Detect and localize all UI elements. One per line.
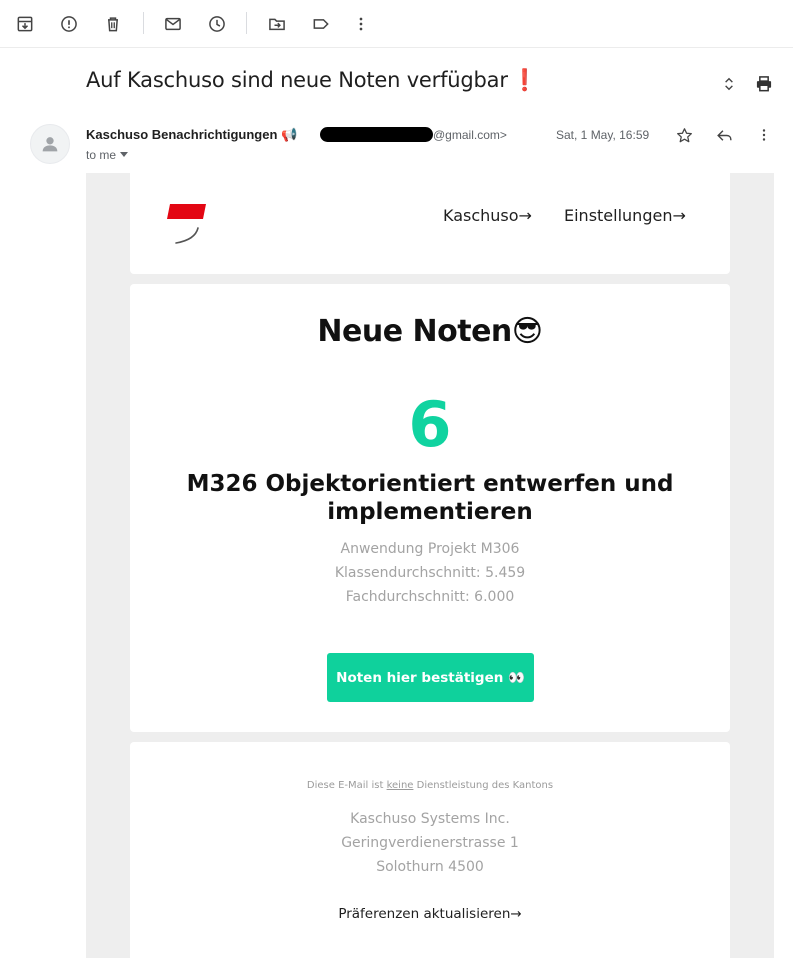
sender-name: Kaschuso Benachrichtigungen 📢: [86, 127, 298, 142]
move-to-icon[interactable]: [265, 12, 289, 36]
print-icon[interactable]: [752, 72, 776, 96]
grade-value: 6: [408, 388, 452, 461]
snooze-icon[interactable]: [205, 12, 229, 36]
mark-unread-icon[interactable]: [161, 12, 185, 36]
toolbar-divider: [143, 12, 144, 34]
recipient-label: to me: [86, 148, 117, 162]
delete-icon[interactable]: [101, 12, 125, 36]
disclaimer-keyword: keine: [386, 780, 414, 791]
subject-average: Fachdurchschnitt: 6.000: [345, 589, 515, 605]
recipient-dropdown[interactable]: to me: [86, 148, 129, 162]
person-icon: [42, 137, 58, 152]
more-vertical-icon[interactable]: [349, 12, 373, 36]
chevron-down-icon: [120, 152, 129, 157]
preferences-link[interactable]: Präferenzen aktualisieren→: [130, 906, 730, 922]
report-spam-icon[interactable]: [57, 12, 81, 36]
grade-card: Neue Noten😎 6 M326 Objektorientiert entw…: [130, 284, 730, 732]
more-vertical-icon[interactable]: [752, 123, 776, 147]
toolbar: [0, 0, 793, 48]
sender-email-suffix: @gmail.com>: [433, 128, 507, 142]
avatar: [30, 124, 70, 164]
label-icon[interactable]: [309, 12, 333, 36]
disclaimer: Diese E-Mail ist keine Dienstleistung de…: [130, 780, 730, 791]
headline: Neue Noten😎: [317, 314, 543, 349]
archive-icon[interactable]: [13, 12, 37, 36]
subject-emoji: ❗: [511, 68, 538, 92]
company-name: Kaschuso Systems Inc.: [350, 811, 510, 827]
disclaimer-suffix: Dienstleistung des Kantons: [413, 780, 554, 791]
footer-card: Diese E-Mail ist keine Dienstleistung de…: [130, 742, 730, 958]
module-title: M326 Objektorientiert entwerfen und impl…: [186, 471, 674, 525]
kaschuso-link[interactable]: Kaschuso→: [443, 206, 532, 225]
expand-collapse-icon[interactable]: [717, 72, 741, 96]
subject-text: Auf Kaschuso sind neue Noten verfügbar: [86, 68, 508, 92]
reply-icon[interactable]: [712, 123, 736, 147]
disclaimer-prefix: Diese E-Mail ist: [306, 780, 387, 791]
settings-link[interactable]: Einstellungen→: [564, 206, 686, 225]
city-address: Solothurn 4500: [376, 859, 484, 875]
email-subject: Auf Kaschuso sind neue Noten verfügbar ❗: [86, 68, 538, 93]
redacted-email: [320, 127, 433, 142]
confirm-grades-button[interactable]: Noten hier bestätigen 👀: [327, 653, 534, 702]
email-header-card: Kaschuso→ Einstellungen→: [130, 173, 730, 274]
star-icon[interactable]: [672, 123, 696, 147]
toolbar-divider: [246, 12, 247, 34]
exam-name: Anwendung Projekt M306: [340, 541, 520, 557]
kaschuso-logo: [167, 204, 206, 244]
class-average: Klassendurchschnitt: 5.459: [334, 565, 526, 581]
email-date: Sat, 1 May, 16:59: [556, 128, 650, 142]
street-address: Geringverdienerstrasse 1: [341, 835, 519, 851]
